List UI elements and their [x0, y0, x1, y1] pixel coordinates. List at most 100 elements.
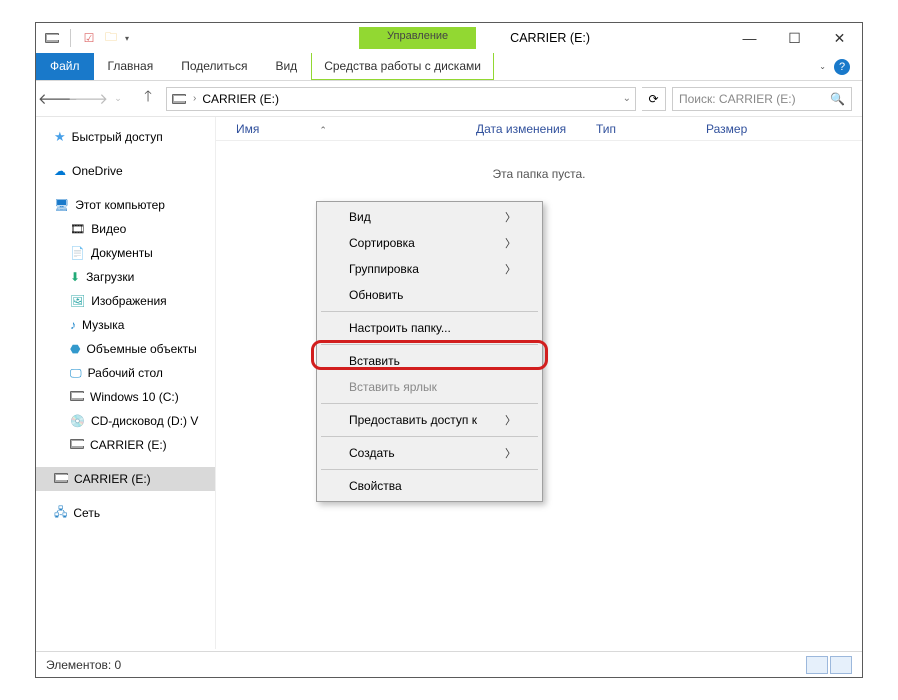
- search-icon: 🔍: [830, 92, 845, 106]
- sidebar-item-label: Музыка: [82, 318, 124, 332]
- explorer-window: ☑ 🗀 ▾ Управление CARRIER (E:) — ☐ ✕ Файл…: [35, 22, 863, 678]
- ribbon-collapse-icon[interactable]: ⌄: [819, 62, 826, 71]
- sidebar-item-label: Изображения: [91, 294, 166, 308]
- download-icon: ⬇: [70, 270, 80, 284]
- sidebar-item-network[interactable]: 🖧Сеть: [36, 501, 215, 525]
- sidebar-item-quick-access[interactable]: ★ Быстрый доступ: [36, 125, 215, 149]
- navigation-pane: ★ Быстрый доступ ☁OneDrive 🖥Этот компьюте…: [36, 117, 216, 649]
- cloud-icon: ☁: [54, 164, 66, 178]
- sidebar-item-label: CARRIER (E:): [74, 472, 151, 486]
- separator: [321, 311, 538, 312]
- submenu-arrow-icon: 〉: [505, 412, 516, 428]
- sidebar-item-desktop[interactable]: 🖵 Рабочий стол: [36, 361, 215, 385]
- quick-access-toolbar: ☑ 🗀 ▾: [36, 29, 129, 47]
- ctx-item-refresh[interactable]: Обновить: [319, 282, 540, 308]
- folder-icon[interactable]: 🗀: [103, 30, 119, 46]
- sidebar-item-drive-c[interactable]: Windows 10 (C:): [36, 385, 215, 409]
- separator: [321, 344, 538, 345]
- document-icon: 📄: [70, 246, 85, 260]
- qat-properties-icon[interactable]: ☑: [81, 30, 97, 46]
- tab-view[interactable]: Вид: [261, 53, 311, 80]
- back-button[interactable]: 🡐: [46, 87, 70, 111]
- tab-share[interactable]: Поделиться: [167, 53, 261, 80]
- ctx-item-group[interactable]: Группировка〉: [319, 256, 540, 282]
- sidebar-item-music[interactable]: ♪ Музыка: [36, 313, 215, 337]
- help-icon[interactable]: ?: [834, 59, 850, 75]
- drive-icon: [70, 390, 84, 404]
- up-button[interactable]: 🡑: [136, 87, 160, 111]
- contextual-tab-manage: Управление: [359, 27, 476, 49]
- forward-button[interactable]: 🡒: [76, 87, 100, 111]
- ribbon-tabs: Файл Главная Поделиться Вид Средства раб…: [36, 53, 862, 81]
- col-type[interactable]: Тип: [596, 122, 706, 136]
- address-dropdown-icon[interactable]: ⌄: [623, 93, 631, 104]
- sidebar-item-label: Этот компьютер: [75, 198, 165, 212]
- col-name[interactable]: Имя⌃: [216, 122, 476, 136]
- column-headers: Имя⌃ Дата изменения Тип Размер: [216, 117, 862, 141]
- sidebar-item-onedrive[interactable]: ☁OneDrive: [36, 159, 215, 183]
- drive-icon: [171, 91, 187, 107]
- sidebar-item-this-pc[interactable]: 🖥Этот компьютер: [36, 193, 215, 217]
- status-item-count: Элементов: 0: [46, 658, 121, 672]
- cube-icon: ⬣: [70, 342, 80, 356]
- sidebar-item-label: Документы: [91, 246, 153, 260]
- recent-dropdown-icon[interactable]: ⌄: [106, 87, 130, 111]
- sidebar-item-label: Быстрый доступ: [72, 130, 163, 144]
- icons-view-button[interactable]: [830, 656, 852, 674]
- network-icon: 🖧: [54, 503, 67, 524]
- sidebar-item-label: Видео: [91, 222, 126, 236]
- sidebar-item-documents[interactable]: 📄 Документы: [36, 241, 215, 265]
- sidebar-item-drive-e-root[interactable]: CARRIER (E:): [36, 467, 215, 491]
- refresh-button[interactable]: ⟳: [642, 87, 666, 111]
- submenu-arrow-icon: 〉: [505, 261, 516, 277]
- col-date[interactable]: Дата изменения: [476, 122, 596, 136]
- tab-file[interactable]: Файл: [36, 53, 94, 80]
- ctx-item-customize[interactable]: Настроить папку...: [319, 315, 540, 341]
- drive-icon: [70, 438, 84, 452]
- sidebar-item-label: Windows 10 (C:): [90, 390, 179, 404]
- music-icon: ♪: [70, 318, 76, 332]
- details-view-button[interactable]: [806, 656, 828, 674]
- ctx-item-create[interactable]: Создать〉: [319, 440, 540, 466]
- sidebar-item-videos[interactable]: 🎞 Видео: [36, 217, 215, 241]
- submenu-arrow-icon: 〉: [505, 209, 516, 225]
- separator: [321, 469, 538, 470]
- sidebar-item-label: CARRIER (E:): [90, 438, 167, 452]
- tab-home[interactable]: Главная: [94, 53, 168, 80]
- search-input[interactable]: Поиск: CARRIER (E:) 🔍: [672, 87, 852, 111]
- sidebar-item-drive-e[interactable]: CARRIER (E:): [36, 433, 215, 457]
- desktop-icon: 🖵: [70, 366, 82, 381]
- sidebar-item-label: Загрузки: [86, 270, 134, 284]
- ctx-item-properties[interactable]: Свойства: [319, 473, 540, 499]
- address-path: CARRIER (E:): [202, 92, 279, 106]
- minimize-button[interactable]: —: [727, 23, 772, 53]
- ctx-item-sort[interactable]: Сортировка〉: [319, 230, 540, 256]
- ctx-item-view[interactable]: Вид〉: [319, 204, 540, 230]
- star-icon: ★: [54, 129, 66, 145]
- col-size[interactable]: Размер: [706, 122, 786, 136]
- sidebar-item-drive-d[interactable]: 💿CD-дисковод (D:) V: [36, 409, 215, 433]
- submenu-arrow-icon: 〉: [505, 445, 516, 461]
- chevron-right-icon[interactable]: ›: [193, 93, 196, 104]
- address-bar: 🡐 🡒 ⌄ 🡑 › CARRIER (E:) ⌄ ⟳ Поиск: CARRIE…: [36, 81, 862, 117]
- context-menu: Вид〉 Сортировка〉 Группировка〉 Обновить Н…: [316, 201, 543, 502]
- window-controls: — ☐ ✕: [727, 23, 862, 53]
- cd-icon: 💿: [70, 414, 85, 428]
- ctx-item-give-access[interactable]: Предоставить доступ к〉: [319, 407, 540, 433]
- close-button[interactable]: ✕: [817, 23, 862, 53]
- divider: [70, 29, 71, 47]
- sidebar-item-pictures[interactable]: 🖼Изображения: [36, 289, 215, 313]
- ribbon-right: ⌄ ?: [819, 53, 862, 80]
- qat-dropdown-icon[interactable]: ▾: [125, 34, 129, 43]
- separator: [321, 436, 538, 437]
- sidebar-item-3d-objects[interactable]: ⬣Объемные объекты: [36, 337, 215, 361]
- sidebar-item-label: Рабочий стол: [88, 366, 163, 380]
- maximize-button[interactable]: ☐: [772, 23, 817, 53]
- address-input[interactable]: › CARRIER (E:) ⌄: [166, 87, 636, 111]
- submenu-arrow-icon: 〉: [505, 235, 516, 251]
- video-icon: 🎞: [70, 222, 85, 236]
- status-bar: Элементов: 0: [36, 651, 862, 677]
- tab-disk-tools[interactable]: Средства работы с дисками: [311, 53, 494, 80]
- ctx-item-paste[interactable]: Вставить: [319, 348, 540, 374]
- sidebar-item-downloads[interactable]: ⬇ Загрузки: [36, 265, 215, 289]
